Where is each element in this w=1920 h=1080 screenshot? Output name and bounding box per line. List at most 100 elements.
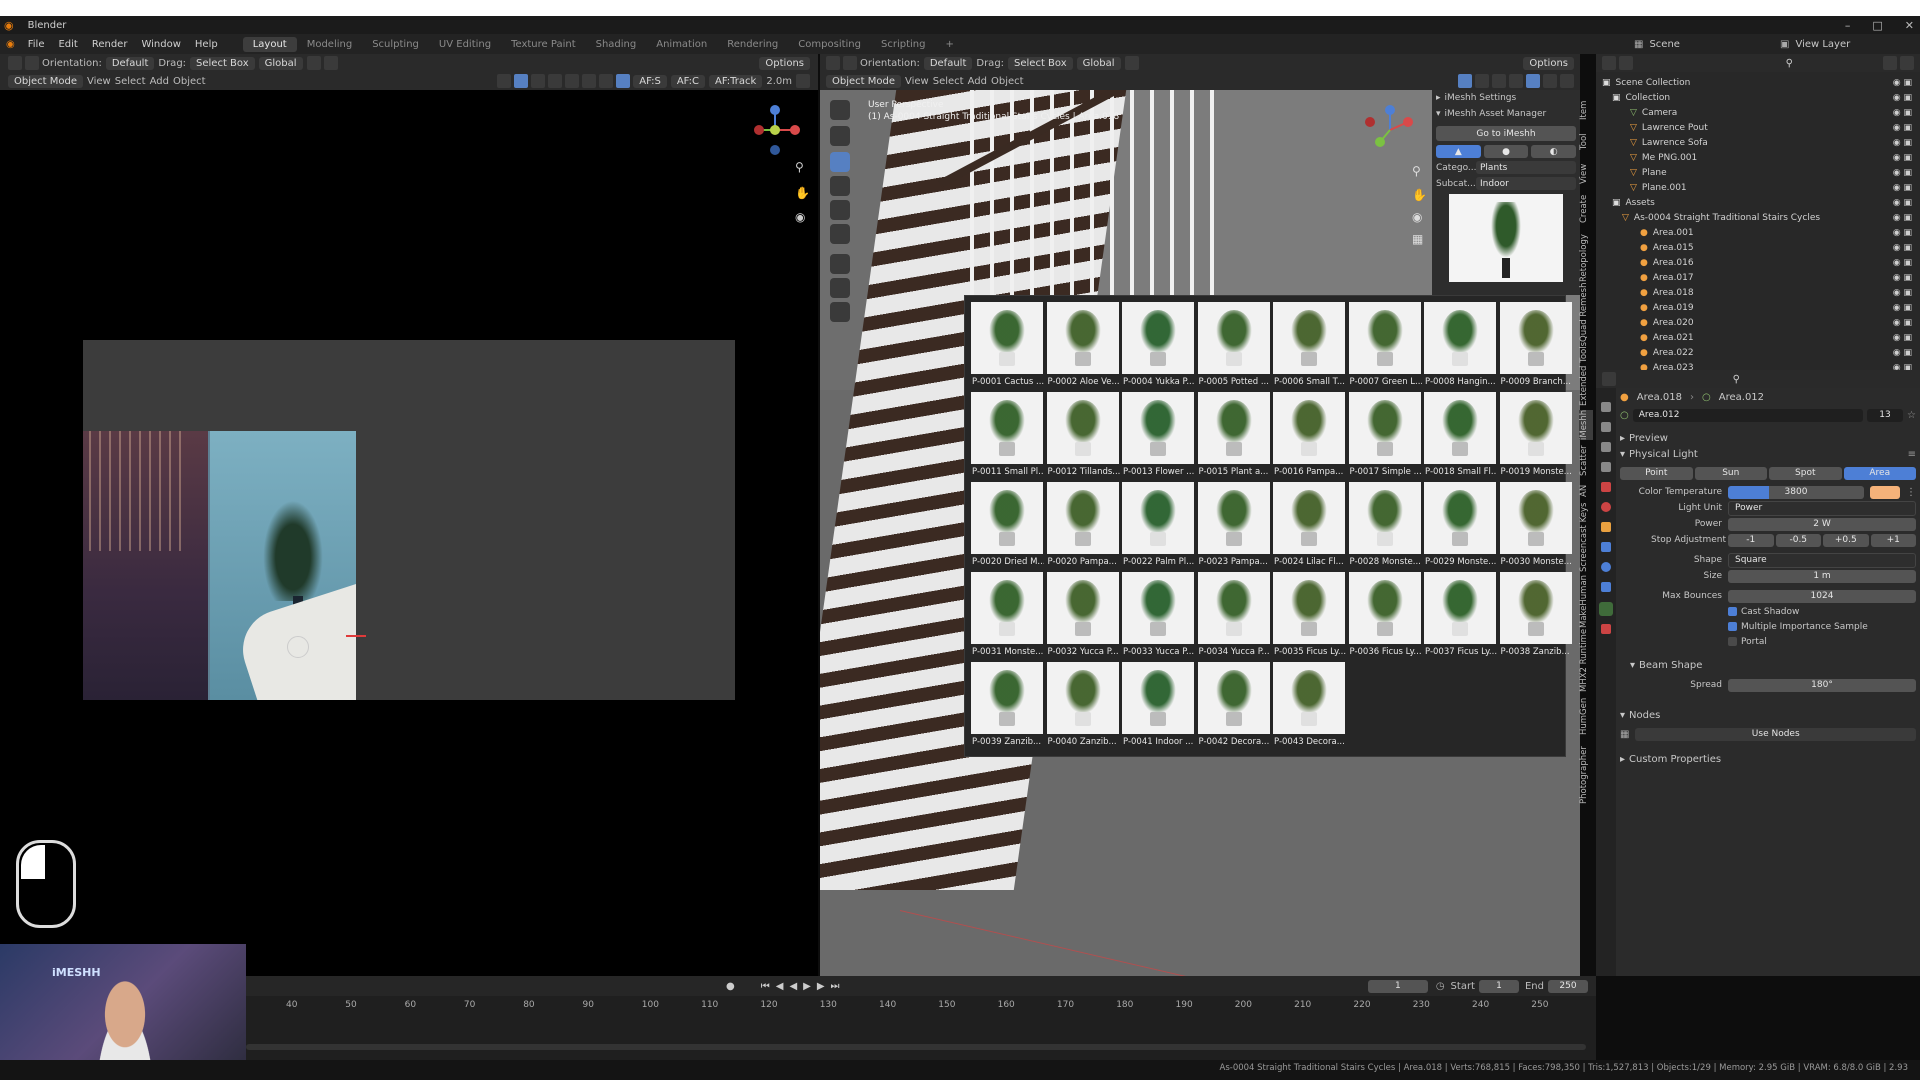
jump-end-icon[interactable]: ⏭ bbox=[831, 981, 840, 992]
tool-tab-icon[interactable] bbox=[1601, 402, 1611, 412]
menu-window[interactable]: Window bbox=[134, 39, 187, 50]
measure-tool-icon[interactable] bbox=[830, 278, 850, 298]
transform-orientation-dropdown[interactable]: Global bbox=[258, 56, 303, 70]
clock-icon[interactable]: ◷ bbox=[1436, 981, 1445, 992]
properties-editor-icon[interactable] bbox=[1602, 372, 1616, 386]
sidebar-tab[interactable]: Retopology bbox=[1579, 230, 1593, 286]
outliner-filter-icon[interactable] bbox=[1883, 56, 1897, 70]
asset-thumbnail[interactable] bbox=[1348, 392, 1421, 464]
light-color-swatch[interactable] bbox=[1870, 485, 1900, 499]
workspace-tab-uv-editing[interactable]: UV Editing bbox=[429, 37, 501, 52]
right-menu-add[interactable]: Add bbox=[968, 76, 987, 87]
world-tab-icon[interactable] bbox=[1601, 502, 1611, 512]
shading-material-icon[interactable] bbox=[599, 74, 614, 88]
visibility-toggle-icon[interactable]: ◉ ▣ bbox=[1893, 93, 1912, 103]
sidebar-toggle-icon[interactable] bbox=[796, 74, 810, 88]
sidebar-tab[interactable]: Create bbox=[1579, 192, 1593, 226]
right-menu-view[interactable]: View bbox=[905, 76, 929, 87]
annotate-tool-icon[interactable] bbox=[830, 254, 850, 274]
color-temperature-field[interactable]: 3800 bbox=[1728, 485, 1864, 499]
outliner-area-light[interactable]: ● Area.021 ◉ ▣ bbox=[1596, 330, 1920, 345]
outliner-object[interactable]: ▽ Me PNG.001 ◉ ▣ bbox=[1596, 150, 1920, 165]
maximize-button[interactable]: □ bbox=[1872, 19, 1882, 32]
object-tab-icon[interactable] bbox=[1601, 522, 1611, 532]
blender-menu-icon[interactable]: ◉ bbox=[6, 39, 15, 50]
outliner-area-light[interactable]: ● Area.001 ◉ ▣ bbox=[1596, 225, 1920, 240]
visibility-icon[interactable] bbox=[497, 74, 512, 88]
preview-panel-header[interactable]: ▸ Preview bbox=[1620, 430, 1916, 446]
asset-thumbnail[interactable] bbox=[1424, 572, 1496, 644]
right-shading-solid-icon[interactable] bbox=[1526, 74, 1540, 88]
physical-light-panel-header[interactable]: ▾ Physical Light ≡ bbox=[1620, 446, 1916, 462]
asset-thumbnail[interactable] bbox=[1197, 572, 1270, 644]
asset-thumbnail[interactable] bbox=[1499, 392, 1572, 464]
light-gizmo-icon[interactable] bbox=[287, 636, 309, 658]
cast-shadow-checkbox[interactable] bbox=[1728, 607, 1737, 616]
asset-thumbnail[interactable] bbox=[1273, 392, 1345, 464]
right-gizmo-icon[interactable] bbox=[1458, 74, 1472, 88]
asset-thumbnail[interactable] bbox=[1273, 662, 1345, 734]
menu-file[interactable]: File bbox=[21, 39, 52, 50]
menu-edit[interactable]: Edit bbox=[51, 39, 84, 50]
size-field[interactable]: 1 m bbox=[1728, 569, 1916, 583]
transform-pivot-icon[interactable] bbox=[8, 56, 22, 70]
asset-thumbnail[interactable] bbox=[1348, 302, 1421, 374]
imeshh-manager-header[interactable]: ▾ iMeshh Asset Manager bbox=[1432, 106, 1580, 122]
asset-thumbnail[interactable] bbox=[1122, 572, 1194, 644]
right-zoom-icon[interactable]: ⚲ bbox=[1412, 164, 1421, 178]
workspace-tab-modeling[interactable]: Modeling bbox=[297, 37, 363, 52]
proportional-edit-icon[interactable] bbox=[323, 56, 338, 70]
datablock-type-icon[interactable]: ○ bbox=[1620, 410, 1629, 421]
workspace-tab-rendering[interactable]: Rendering bbox=[717, 37, 788, 52]
portal-row[interactable]: Portal bbox=[1620, 634, 1916, 649]
right-camera-icon[interactable]: ◉ bbox=[1412, 210, 1422, 224]
outliner-area-light[interactable]: ● Area.022 ◉ ▣ bbox=[1596, 345, 1920, 360]
outliner-area-light[interactable]: ● Area.016 ◉ ▣ bbox=[1596, 255, 1920, 270]
visibility-toggle-icon[interactable]: ◉ ▣ bbox=[1893, 273, 1912, 283]
asset-thumbnail[interactable] bbox=[1273, 302, 1345, 374]
outliner-area-light[interactable]: ● Area.015 ◉ ▣ bbox=[1596, 240, 1920, 255]
timeline-ruler[interactable]: 40 50 60 70 80 90 100 110 120 130 140 150 160 170 180 1… bbox=[246, 996, 1596, 1016]
outliner-area-light[interactable]: ● Area.019 ◉ ▣ bbox=[1596, 300, 1920, 315]
visibility-toggle-icon[interactable]: ◉ ▣ bbox=[1893, 183, 1912, 193]
stop-plus-half-button[interactable]: +0.5 bbox=[1823, 533, 1869, 547]
asset-thumbnail[interactable] bbox=[971, 482, 1043, 554]
sidebar-tab[interactable]: Extended Tools bbox=[1579, 342, 1593, 406]
shading-solid-icon[interactable] bbox=[582, 74, 597, 88]
visibility-toggle-icon[interactable]: ◉ ▣ bbox=[1893, 243, 1912, 253]
outliner-object[interactable]: ▽ Camera ◉ ▣ bbox=[1596, 105, 1920, 120]
right-pivot-icon[interactable] bbox=[826, 56, 840, 70]
close-button[interactable]: ✕ bbox=[1905, 19, 1914, 32]
zoom-icon[interactable]: ⚲ bbox=[795, 160, 804, 174]
sidebar-tab[interactable]: View bbox=[1579, 160, 1593, 188]
spread-field[interactable]: 180° bbox=[1728, 678, 1916, 692]
outliner-object[interactable]: ▽ Plane ◉ ▣ bbox=[1596, 165, 1920, 180]
modifier-tab-icon[interactable] bbox=[1601, 542, 1611, 552]
right-viewport[interactable]: User Perspective (1) As-0004 Straight Tr… bbox=[820, 90, 1580, 976]
outliner-area-light[interactable]: ● Area.017 ◉ ▣ bbox=[1596, 270, 1920, 285]
scene-selector[interactable]: ▦ Scene bbox=[1634, 36, 1739, 52]
shape-dropdown[interactable]: Square bbox=[1728, 552, 1916, 568]
right-shading-wire-icon[interactable] bbox=[1509, 74, 1523, 88]
light-type-sun[interactable]: Sun bbox=[1694, 466, 1767, 480]
asset-thumbnail[interactable] bbox=[1348, 572, 1421, 644]
right-xray-icon[interactable] bbox=[1492, 74, 1506, 88]
navigation-gizmo[interactable] bbox=[745, 100, 805, 160]
outliner-object[interactable]: ▽ Lawrence Pout ◉ ▣ bbox=[1596, 120, 1920, 135]
right-mode-dropdown[interactable]: Object Mode bbox=[826, 74, 901, 88]
sidebar-tab[interactable]: MHX2 Runtime bbox=[1579, 629, 1593, 692]
gizmo-icon[interactable] bbox=[514, 74, 529, 88]
visibility-toggle-icon[interactable]: ◉ ▣ bbox=[1893, 228, 1912, 238]
visibility-toggle-icon[interactable]: ◉ ▣ bbox=[1893, 213, 1912, 223]
workspace-tab-scripting[interactable]: Scripting bbox=[871, 37, 935, 52]
workspace-tab-texture-paint[interactable]: Texture Paint bbox=[501, 37, 586, 52]
physics-tab-icon[interactable] bbox=[1601, 562, 1611, 572]
light-type-spot[interactable]: Spot bbox=[1769, 466, 1842, 480]
menu-help[interactable]: Help bbox=[188, 39, 225, 50]
asset-preview-thumbnail[interactable] bbox=[1449, 194, 1563, 282]
move-tool-icon[interactable] bbox=[25, 56, 39, 70]
light-type-point[interactable]: Point bbox=[1620, 466, 1693, 480]
outliner-area-selected[interactable]: ● Area.018 ◉ ▣ bbox=[1596, 285, 1920, 300]
outliner-object[interactable]: ▽ Lawrence Sofa ◉ ▣ bbox=[1596, 135, 1920, 150]
view-layer-tab-icon[interactable] bbox=[1601, 462, 1611, 472]
